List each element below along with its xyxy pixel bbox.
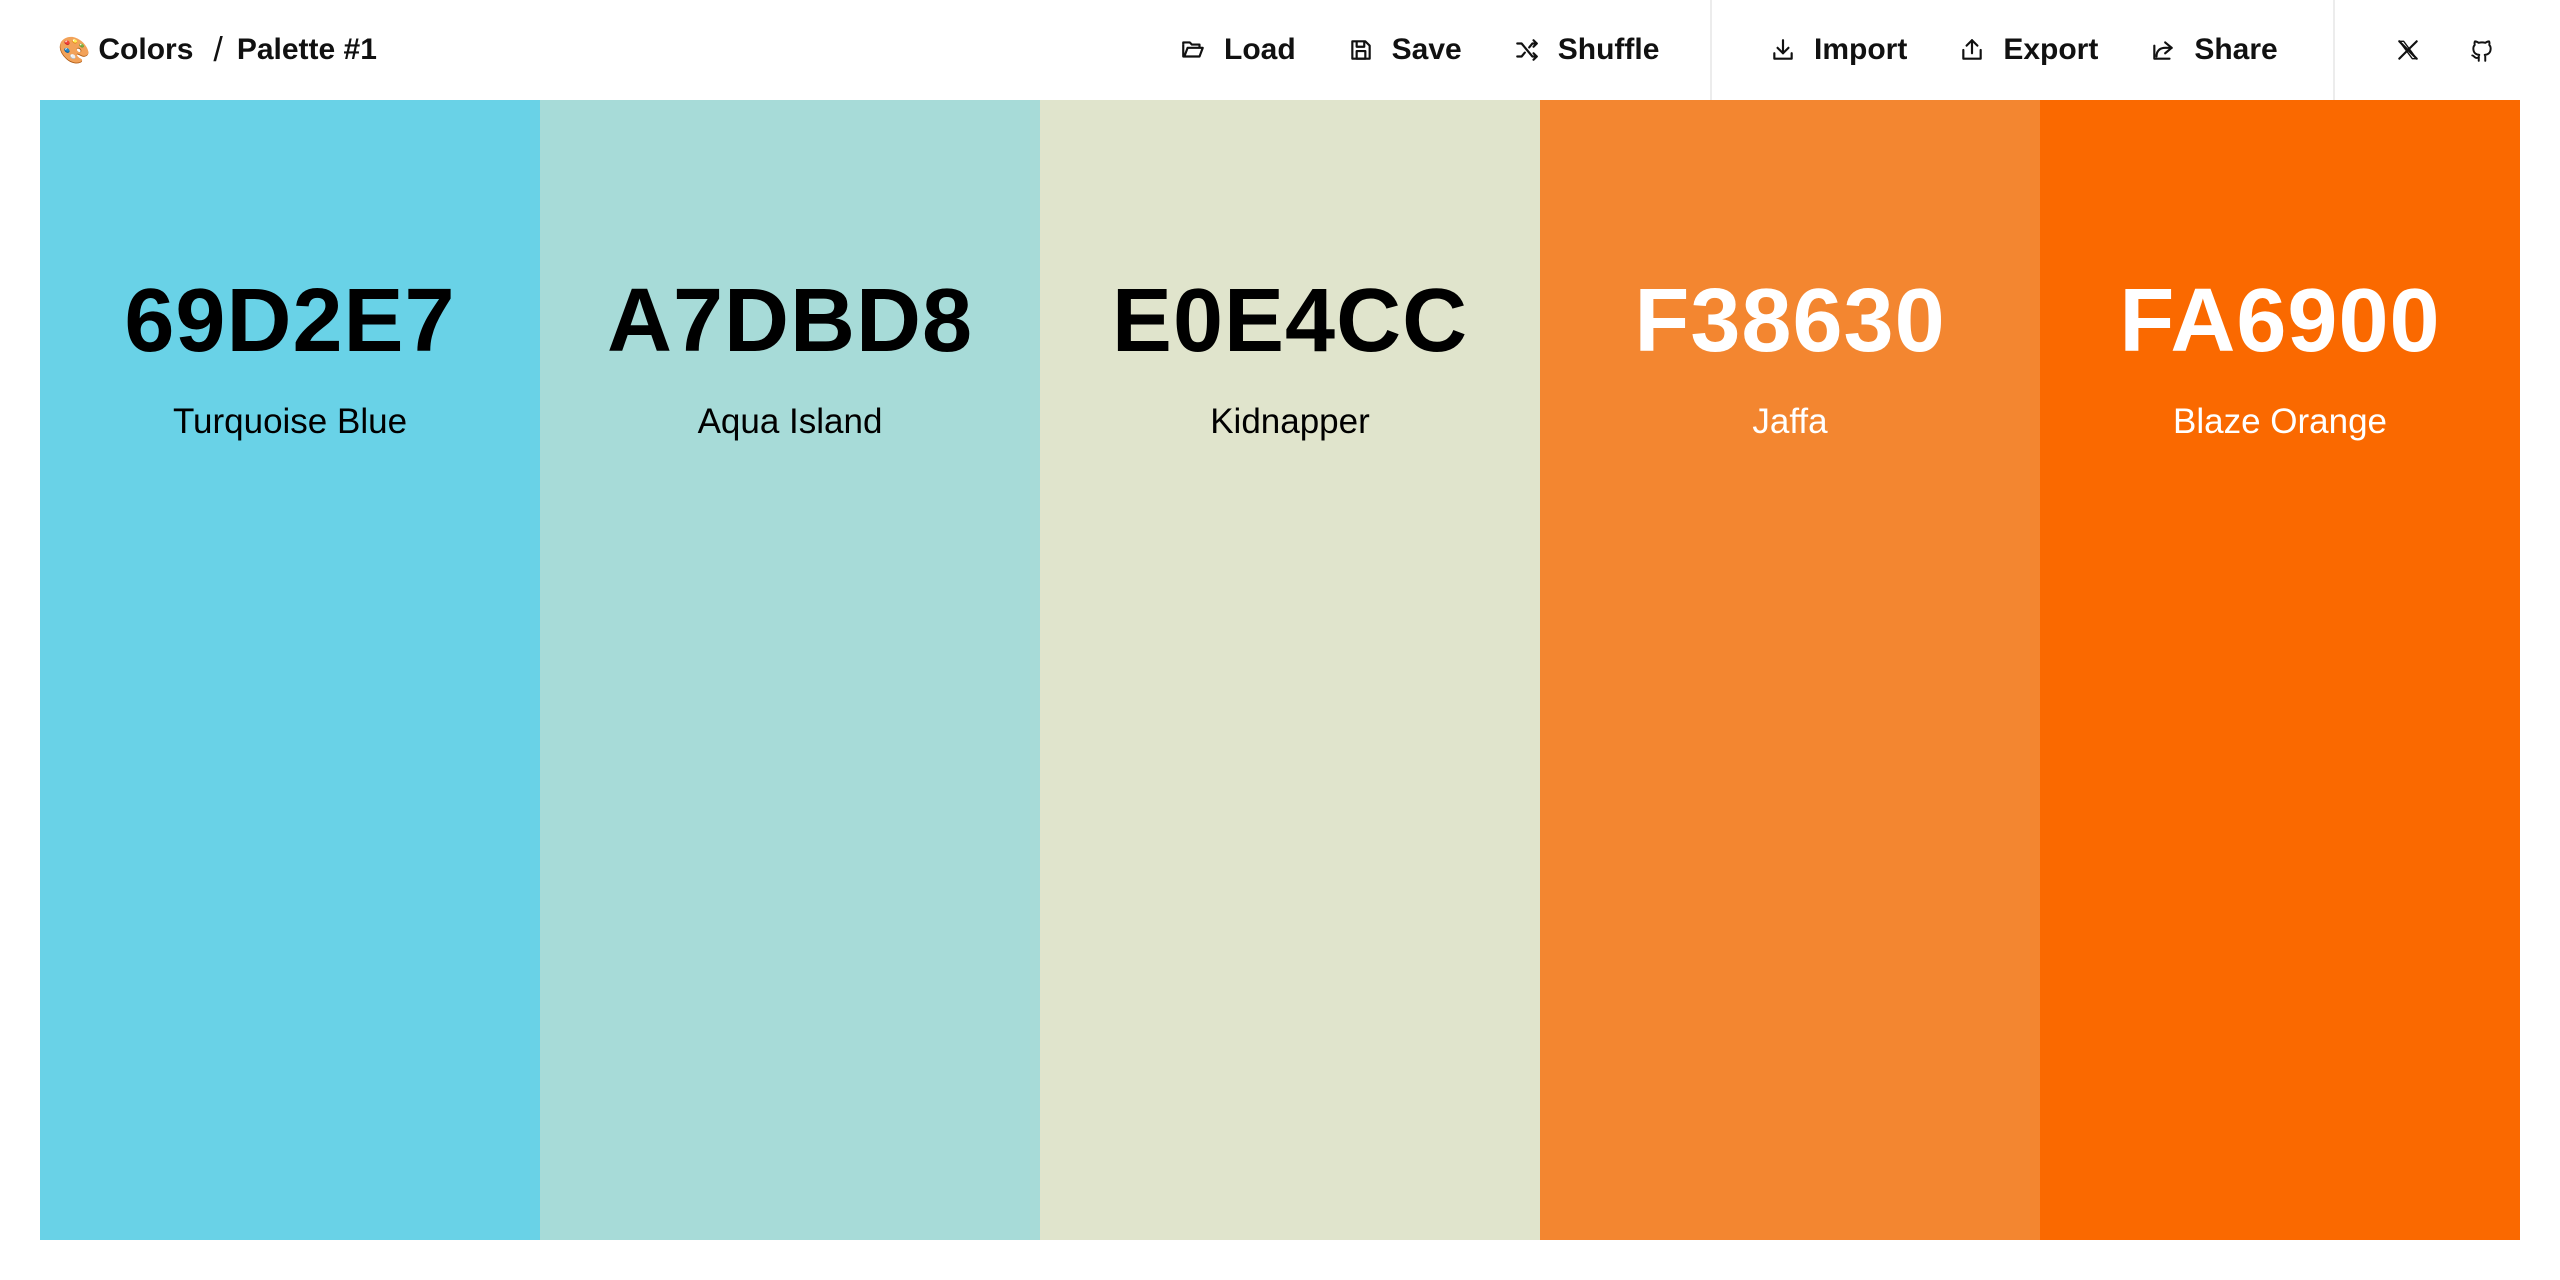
color-swatch[interactable]: E0E4CC Kidnapper	[1040, 100, 1540, 1240]
color-hex[interactable]: FA6900	[2040, 270, 2520, 373]
save-icon	[1350, 40, 1371, 60]
x-logo-icon	[2398, 40, 2418, 60]
load-button[interactable]: Load	[1180, 33, 1296, 67]
save-label: Save	[1391, 33, 1462, 66]
color-swatch[interactable]: FA6900 Blaze Orange	[2040, 100, 2520, 1240]
brand-link[interactable]: Colors	[98, 33, 193, 67]
import-label: Import	[1814, 33, 1908, 66]
shuffle-label: Shuffle	[1557, 33, 1660, 66]
share-button[interactable]: Share	[2150, 33, 2278, 67]
palette-swatches: 69D2E7 Turquoise Blue A7DBD8 Aqua Island…	[40, 100, 2520, 1240]
palette-icon: 🎨	[58, 34, 91, 65]
share-label: Share	[2194, 33, 2278, 66]
save-button[interactable]: Save	[1348, 33, 1462, 67]
toolbar-divider	[2333, 0, 2335, 100]
color-name: Kidnapper	[1210, 402, 1370, 441]
breadcrumb-separator: /	[213, 30, 223, 69]
social-links	[2395, 0, 2495, 100]
palette-actions: Load Save Shuffle	[1180, 0, 1659, 100]
color-name: Jaffa	[1752, 402, 1828, 441]
load-label: Load	[1224, 33, 1296, 66]
color-swatch[interactable]: A7DBD8 Aqua Island	[540, 100, 1040, 1240]
export-label: Export	[2003, 33, 2099, 66]
color-hex[interactable]: 69D2E7	[40, 270, 540, 373]
color-hex[interactable]: F38630	[1540, 270, 2040, 373]
shuffle-icon	[1515, 39, 1538, 61]
io-actions: Import Export Share	[1770, 0, 2278, 100]
github-link[interactable]	[2469, 37, 2495, 63]
upload-icon	[1962, 39, 1983, 60]
color-swatch[interactable]: 69D2E7 Turquoise Blue	[40, 100, 540, 1240]
import-button[interactable]: Import	[1770, 33, 1907, 67]
color-name: Aqua Island	[697, 402, 883, 441]
share-icon	[2153, 41, 2174, 60]
color-hex[interactable]: A7DBD8	[540, 270, 1040, 373]
folder-open-icon	[1182, 41, 1204, 58]
github-icon	[2471, 40, 2492, 62]
export-button[interactable]: Export	[1959, 33, 2098, 67]
color-swatch[interactable]: F38630 Jaffa	[1540, 100, 2040, 1240]
color-hex[interactable]: E0E4CC	[1040, 270, 1540, 373]
toolbar-divider	[1710, 0, 1712, 100]
palette-name[interactable]: Palette #1	[237, 33, 377, 67]
breadcrumb: 🎨 Colors / Palette #1	[58, 0, 377, 100]
color-name: Blaze Orange	[2172, 402, 2388, 441]
shuffle-button[interactable]: Shuffle	[1514, 33, 1660, 67]
color-name: Turquoise Blue	[172, 402, 408, 441]
download-icon	[1773, 39, 1793, 60]
x-link[interactable]	[2395, 37, 2421, 63]
top-bar: 🎨 Colors / Palette #1 Load Save Shuffle …	[0, 0, 2560, 100]
